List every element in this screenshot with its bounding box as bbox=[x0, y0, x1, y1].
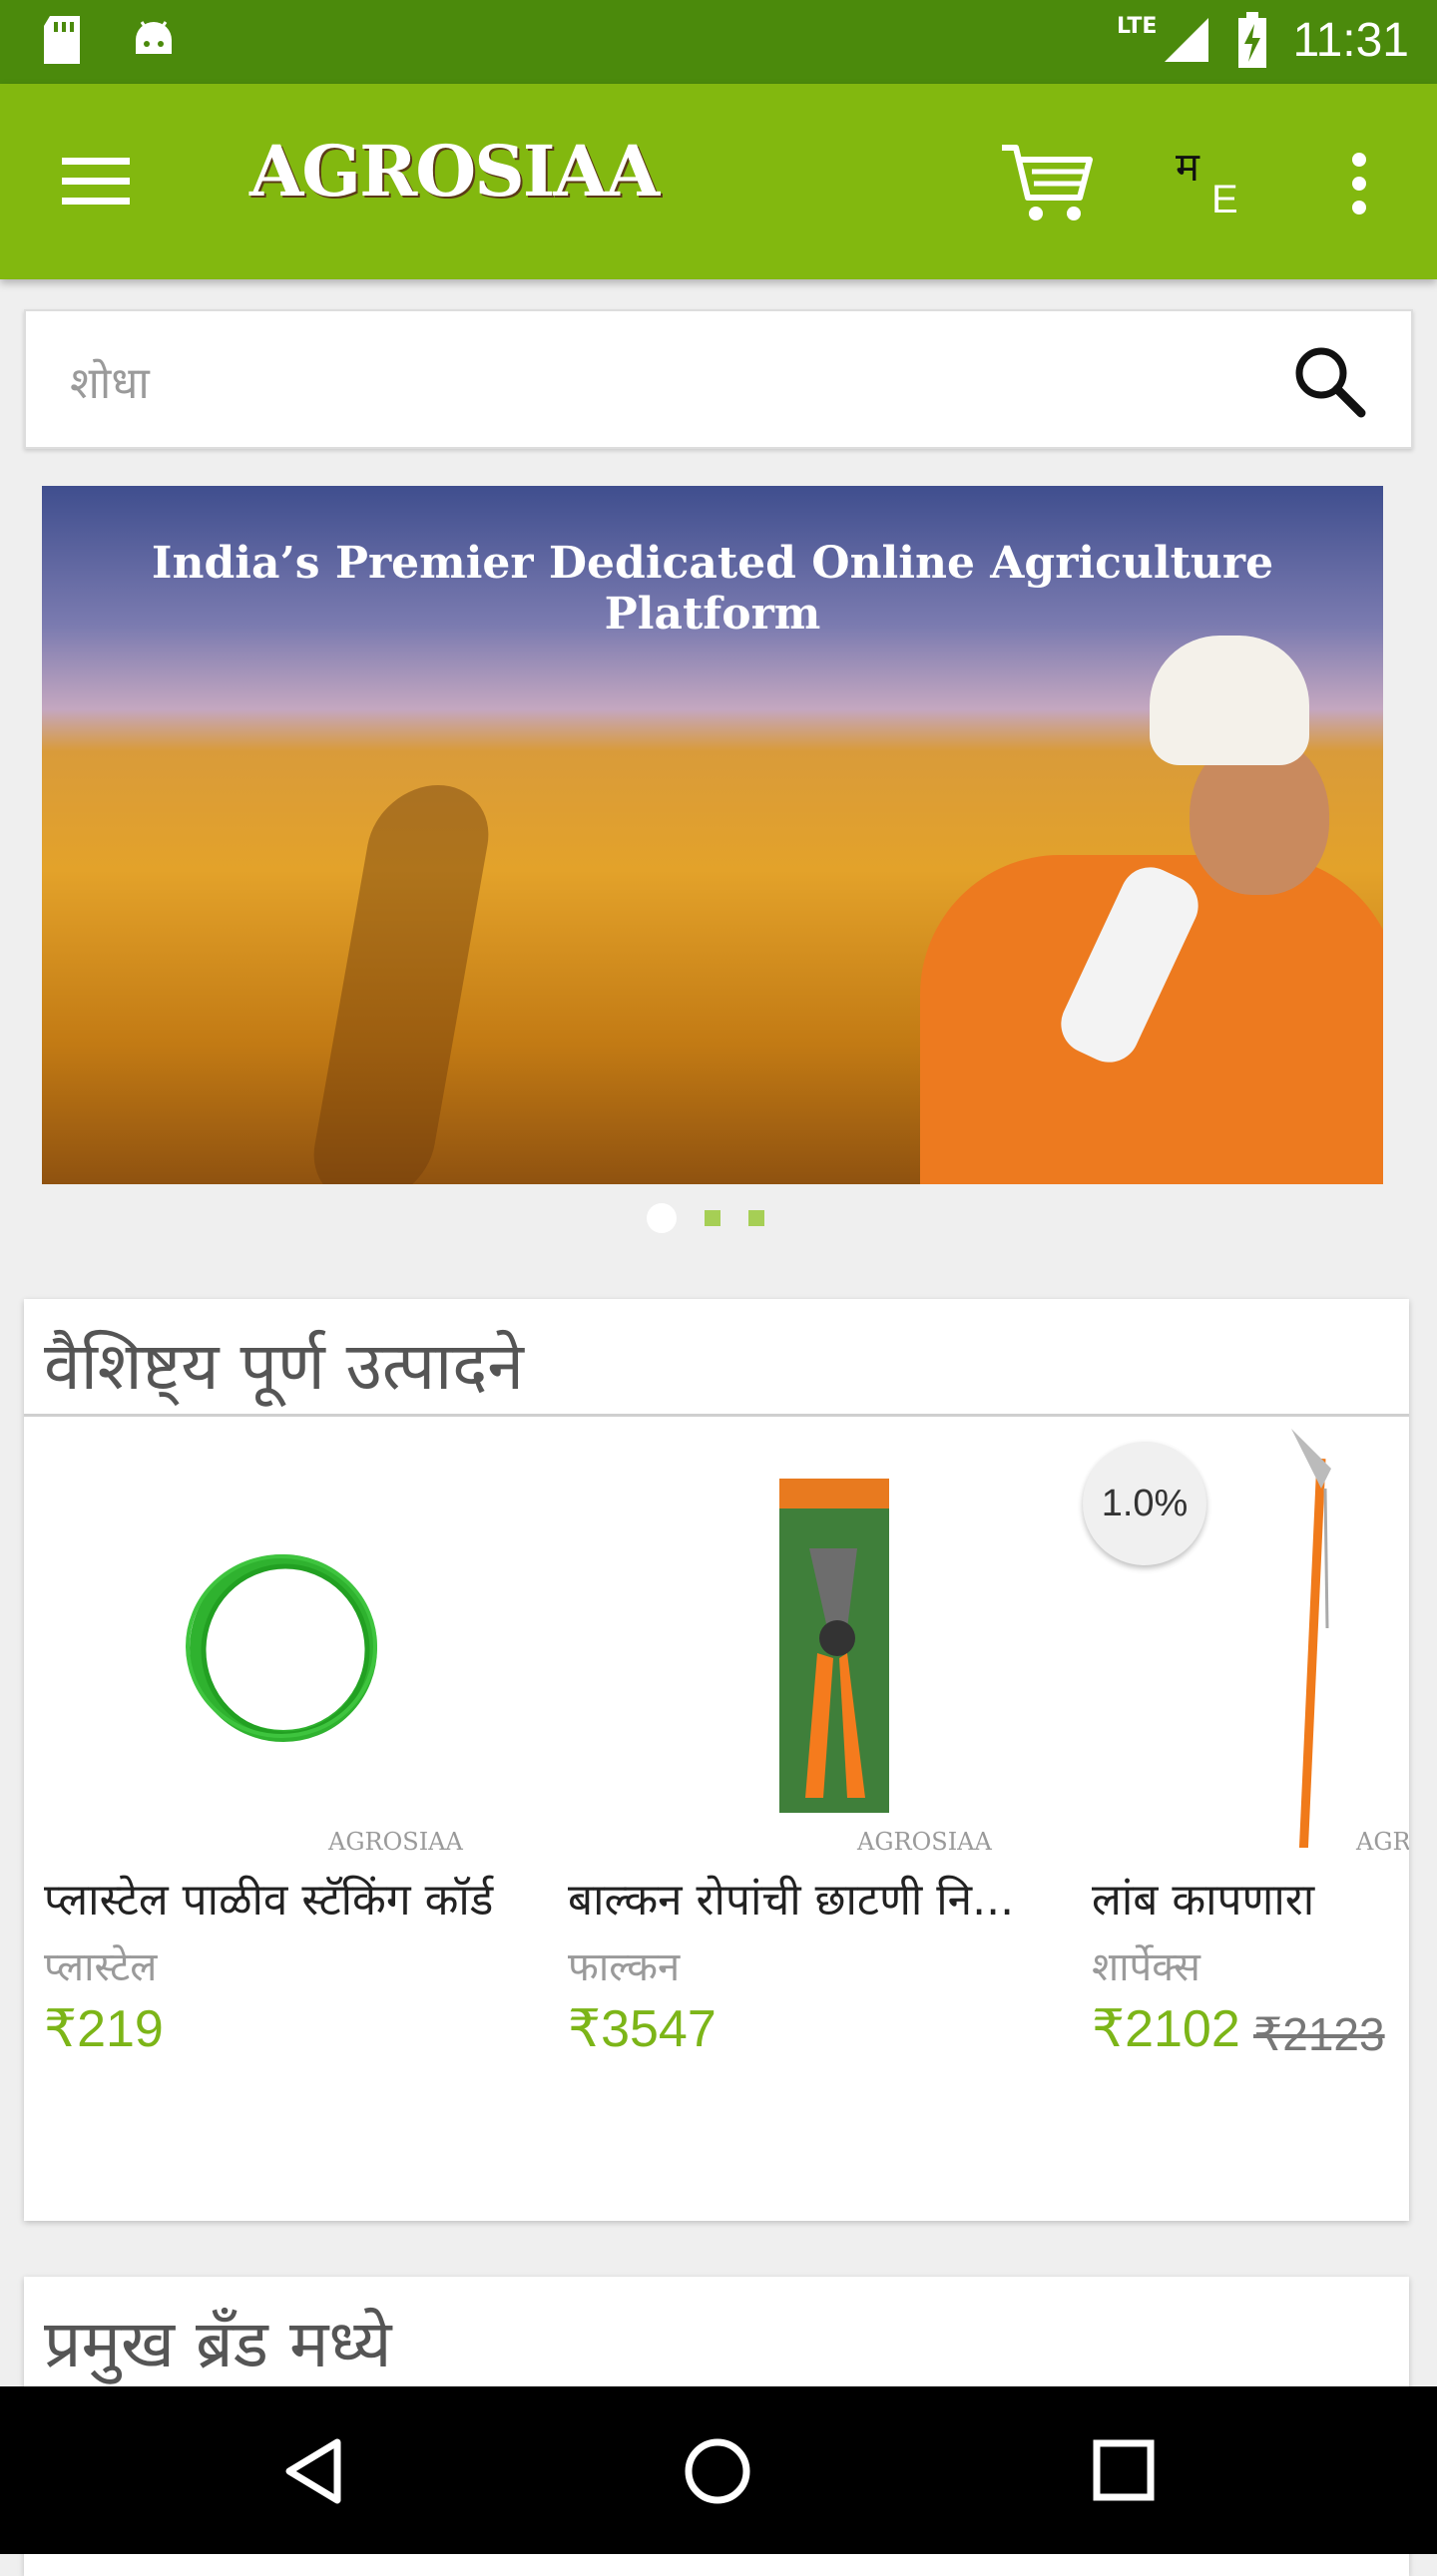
carousel-dot-active[interactable] bbox=[647, 1203, 677, 1233]
banner-title: India’s Premier Dedicated Online Agricul… bbox=[151, 538, 1274, 640]
cart-icon[interactable] bbox=[998, 142, 1094, 225]
product-card[interactable]: AGROSIAA बाल्कन रोपांची छाटणी नि... फाल्… bbox=[548, 1429, 1057, 2058]
product-price: ₹219 bbox=[44, 2000, 164, 2058]
network-label: LTE bbox=[1117, 13, 1158, 39]
product-watermark: AGROSIAA bbox=[328, 1828, 463, 1856]
home-icon[interactable] bbox=[683, 2436, 752, 2506]
android-icon bbox=[136, 21, 172, 54]
search-icon[interactable] bbox=[1291, 343, 1367, 419]
divider bbox=[24, 1414, 1409, 1417]
signal-icon bbox=[1165, 18, 1209, 62]
product-image-cord bbox=[186, 1554, 377, 1742]
app-logo[interactable]: AGROSIAA bbox=[249, 130, 660, 213]
promo-banner[interactable]: India’s Premier Dedicated Online Agricul… bbox=[42, 486, 1383, 1184]
product-image-secateur bbox=[779, 1479, 889, 1813]
product-watermark: AGROSIAA bbox=[857, 1828, 992, 1856]
banner-farmer-turban bbox=[1150, 636, 1309, 765]
recents-icon[interactable] bbox=[1092, 2438, 1156, 2502]
lang-english-label: E bbox=[1211, 178, 1238, 221]
product-price: ₹3547 bbox=[568, 2000, 717, 2058]
product-watermark: AGROSIAA bbox=[1356, 1828, 1409, 1856]
discount-badge: 1.0% bbox=[1083, 1442, 1206, 1565]
product-name: बाल्कन रोपांची छाटणी नि... bbox=[568, 1875, 1015, 1926]
app-bar: AGROSIAA म E bbox=[0, 84, 1437, 279]
featured-products-section: वैशिष्ट्य पूर्ण उत्पादने AGROSIAA प्लास्… bbox=[24, 1299, 1409, 2221]
product-brand: प्लास्टेल bbox=[44, 1944, 158, 1990]
status-bar: LTE 11:31 bbox=[0, 0, 1437, 84]
product-name: लांब कापणारा bbox=[1092, 1875, 1315, 1926]
sd-card-icon bbox=[44, 16, 80, 64]
menu-icon[interactable] bbox=[62, 156, 132, 208]
system-nav-bar bbox=[0, 2386, 1437, 2554]
carousel-indicator bbox=[647, 1203, 764, 1233]
back-icon[interactable] bbox=[281, 2436, 347, 2506]
overflow-menu-icon[interactable] bbox=[1349, 152, 1369, 215]
product-name: प्लास्टेल पाळीव स्टॅकिंग कॉर्ड bbox=[44, 1875, 494, 1926]
search-input[interactable]: शोधा bbox=[70, 351, 150, 411]
banner-field-path bbox=[303, 785, 499, 1184]
section-title: वैशिष्ट्य पूर्ण उत्पादने bbox=[44, 1328, 524, 1405]
product-old-price: ₹2123 bbox=[1253, 2008, 1385, 2060]
section-title: प्रमुख ब्रँड मध्ये bbox=[44, 2306, 392, 2382]
carousel-dot[interactable] bbox=[748, 1210, 764, 1226]
product-card[interactable]: AGROSIAA प्लास्टेल पाळीव स्टॅकिंग कॉर्ड … bbox=[24, 1429, 533, 2058]
clock: 11:31 bbox=[1292, 13, 1409, 67]
search-bar[interactable]: शोधा bbox=[24, 309, 1413, 449]
lang-marathi-label: म bbox=[1176, 145, 1199, 191]
carousel-dot[interactable] bbox=[705, 1210, 720, 1226]
product-brand: फाल्कन bbox=[568, 1944, 681, 1990]
battery-charging-icon bbox=[1238, 12, 1267, 68]
product-brand: शार्पेक्स bbox=[1092, 1944, 1200, 1990]
product-price: ₹2102 bbox=[1092, 2000, 1240, 2058]
